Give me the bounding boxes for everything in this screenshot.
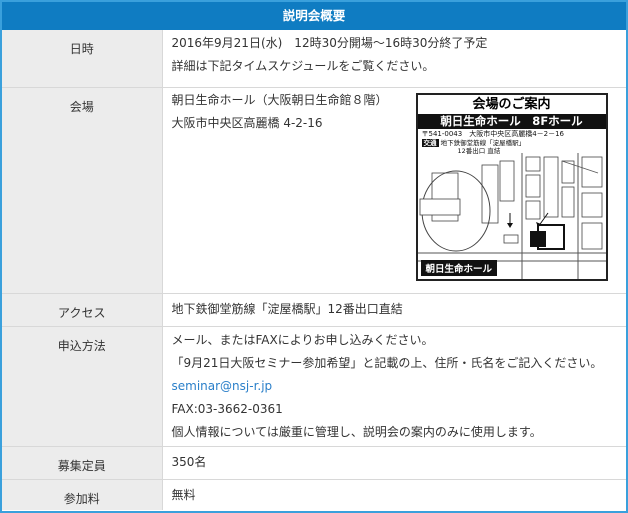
map-access-line: 地下鉄御堂筋線「淀屋橋駅」 xyxy=(440,139,526,147)
map-hall-name: 朝日生命ホール 8Fホール xyxy=(417,114,606,129)
row-venue: 会場 朝日生命ホール（大阪朝日生命館８階） 大阪市中央区高麗橋 4-2-16 会… xyxy=(2,87,626,294)
datetime-line: 2016年9月21日(水) 12時30分開場～16時30分終了予定 xyxy=(171,36,488,50)
capacity-value: 350名 xyxy=(171,455,207,469)
overview-table: 日時 2016年9月21日(水) 12時30分開場～16時30分終了予定 詳細は… xyxy=(2,30,626,510)
privacy-note: 個人情報については厳重に管理し、説明会の案内のみに使用します。 xyxy=(171,425,542,439)
apply-line-2: 「9月21日大阪セミナー参加希望」と記載の上、住所・氏名をご記入ください。 xyxy=(171,356,603,370)
venue-address: 大阪市中央区高麗橋 4-2-16 xyxy=(171,116,323,130)
row-datetime: 日時 2016年9月21日(水) 12時30分開場～16時30分終了予定 詳細は… xyxy=(2,30,626,88)
datetime-note: 詳細は下記タイムスケジュールをご覧ください。 xyxy=(171,59,435,73)
venue-name: 朝日生命ホール（大阪朝日生命館８階） xyxy=(171,93,388,107)
label-venue: 会場 xyxy=(69,100,94,114)
map-access-tag: 交通 xyxy=(421,139,439,147)
section-title: 説明会概要 xyxy=(2,2,626,30)
label-apply: 申込方法 xyxy=(57,339,106,353)
map-venue-label: 朝日生命ホール xyxy=(420,260,498,276)
map-heading: 会場のご案内 xyxy=(472,97,551,112)
apply-line-1: メール、またはFAXによりお申し込みください。 xyxy=(171,333,434,347)
label-access: アクセス xyxy=(58,306,106,320)
map-address: 〒541-0043 大阪市中央区高麗橋4－2－16 xyxy=(421,130,565,138)
fax-number: FAX:03-3662-0361 xyxy=(171,402,283,416)
label-datetime: 日時 xyxy=(69,42,94,56)
row-fee: 参加料 無料 xyxy=(2,479,626,510)
venue-map: 会場のご案内 朝日生命ホール 8Fホール 〒541-0043 大阪市中央区高麗橋… xyxy=(415,93,608,281)
row-capacity: 募集定員 350名 xyxy=(2,446,626,480)
access-text: 地下鉄御堂筋線「淀屋橋駅」12番出口直結 xyxy=(171,302,403,316)
label-capacity: 募集定員 xyxy=(57,459,106,473)
label-fee: 参加料 xyxy=(63,492,100,506)
row-access: アクセス 地下鉄御堂筋線「淀屋橋駅」12番出口直結 xyxy=(2,293,626,327)
row-apply: 申込方法 メール、またはFAXによりお申し込みください。 「9月21日大阪セミナ… xyxy=(2,326,626,447)
email-link[interactable]: seminar@nsj-r.jp xyxy=(172,375,626,398)
fee-value: 無料 xyxy=(171,488,196,502)
seminar-overview-panel: 説明会概要 日時 2016年9月21日(水) 12時30分開場～16時30分終了… xyxy=(0,0,628,513)
